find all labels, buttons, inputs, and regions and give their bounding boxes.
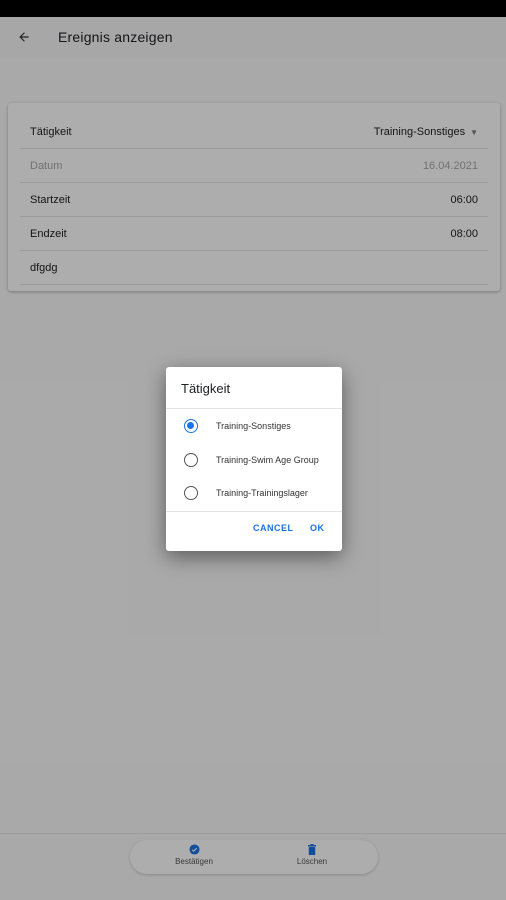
radio-unselected-icon[interactable] xyxy=(184,453,198,467)
option-label: Training-Trainingslager xyxy=(216,487,308,498)
option-label: Training-Sonstiges xyxy=(216,420,291,431)
dialog-divider-top xyxy=(166,408,342,409)
radio-unselected-icon[interactable] xyxy=(184,486,198,500)
option-label: Training-Swim Age Group xyxy=(216,454,319,465)
taetigkeit-dialog: Tätigkeit Training-Sonstiges Training-Sw… xyxy=(166,367,342,551)
option-training-trainingslager[interactable]: Training-Trainingslager xyxy=(166,478,342,508)
cancel-button[interactable]: CANCEL xyxy=(253,523,294,533)
dialog-divider-bottom xyxy=(166,511,342,512)
dialog-title: Tätigkeit xyxy=(181,381,231,396)
radio-selected-icon[interactable] xyxy=(184,419,198,433)
option-training-swim-age-group[interactable]: Training-Swim Age Group xyxy=(166,445,342,475)
ok-button[interactable]: OK xyxy=(310,523,325,533)
option-training-sonstiges[interactable]: Training-Sonstiges xyxy=(166,411,342,441)
